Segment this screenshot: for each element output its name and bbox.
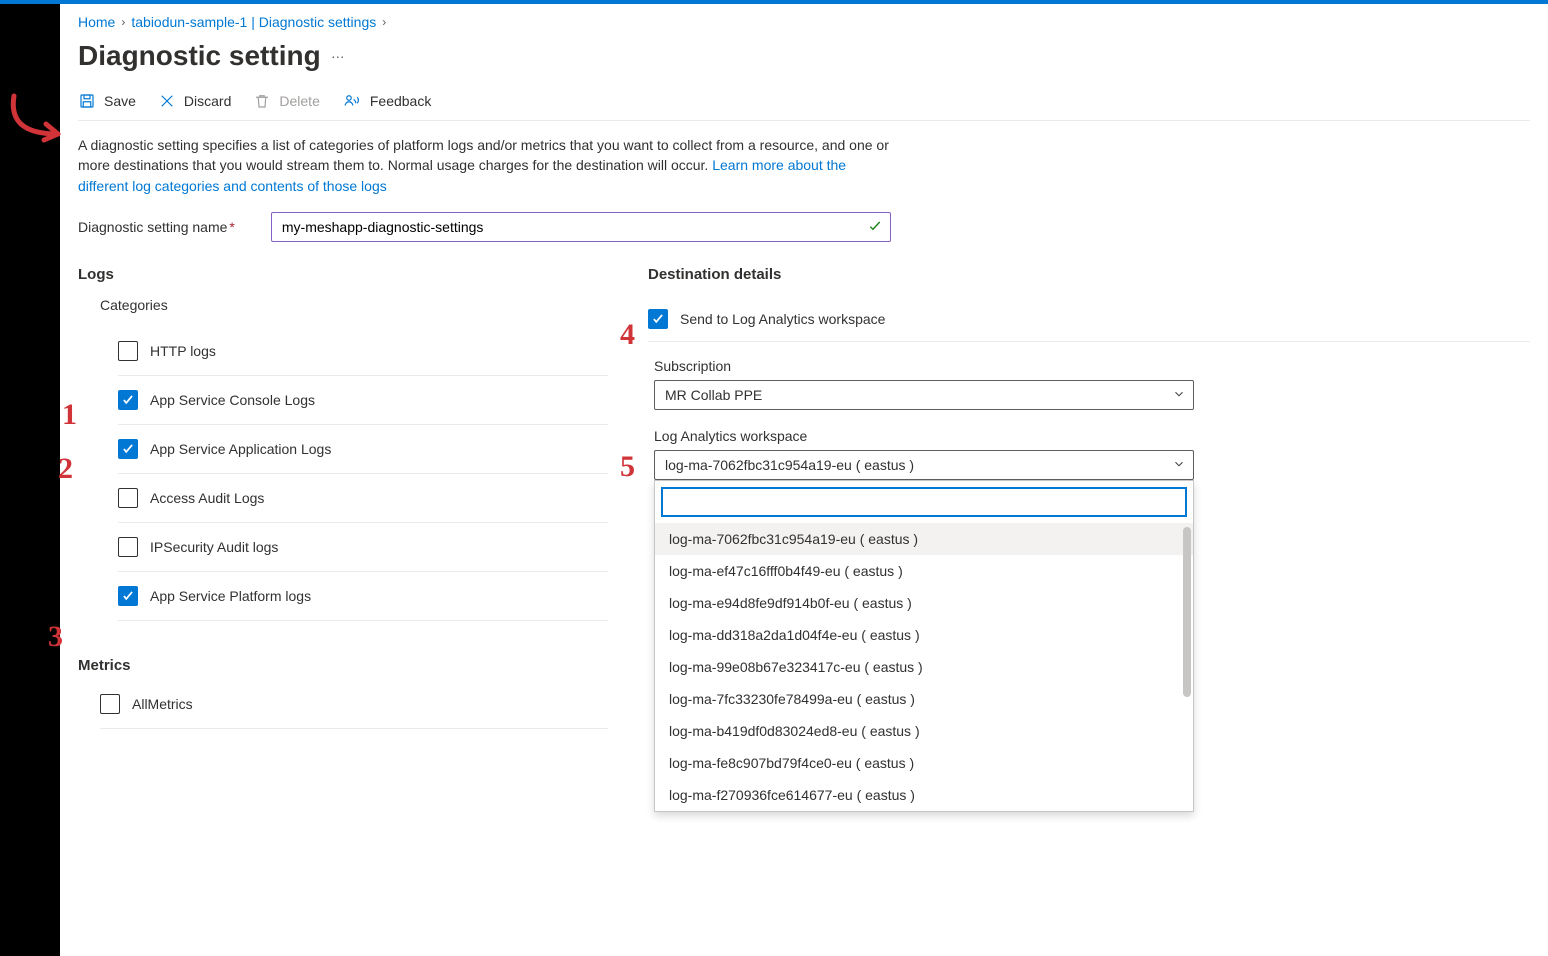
log-category-label: HTTP logs (150, 343, 216, 359)
chevron-right-icon: › (121, 15, 125, 29)
log-category-row: Access Audit Logs (118, 474, 608, 523)
workspace-search-input[interactable] (661, 487, 1187, 517)
required-asterisk: * (229, 219, 234, 235)
destination-column: Destination details Send to Log Analytic… (648, 266, 1530, 729)
close-icon (158, 92, 176, 110)
title-row: Diagnostic setting … (78, 34, 1530, 92)
page-content: Home › tabiodun-sample-1 | Diagnostic se… (60, 4, 1548, 956)
annotation-arrow (2, 90, 77, 158)
setting-name-label: Diagnostic setting name* (78, 219, 235, 235)
workspace-option[interactable]: log-ma-e94d8fe9df914b0f-eu ( eastus ) (655, 587, 1193, 619)
log-category-row: HTTP logs (118, 327, 608, 376)
send-to-law-row: Send to Log Analytics workspace (648, 297, 1530, 342)
save-button[interactable]: Save (78, 92, 136, 110)
categories-heading: Categories (78, 297, 608, 313)
log-category-label: App Service Platform logs (150, 588, 311, 604)
save-icon (78, 92, 96, 110)
workspace-label: Log Analytics workspace (654, 428, 1530, 444)
log-category-label: App Service Console Logs (150, 392, 315, 408)
workspace-option[interactable]: log-ma-b419df0d83024ed8-eu ( eastus ) (655, 715, 1193, 747)
valid-check-icon (867, 218, 883, 237)
log-category-row: App Service Console Logs (118, 376, 608, 425)
workspace-option[interactable]: log-ma-7fc33230fe78499a-eu ( eastus ) (655, 683, 1193, 715)
workspace-option[interactable]: log-ma-dd318a2da1d04f4e-eu ( eastus ) (655, 619, 1193, 651)
save-label: Save (104, 93, 136, 109)
destination-heading: Destination details (648, 266, 1530, 283)
setting-name-input[interactable] (271, 212, 891, 242)
workspace-value[interactable]: log-ma-7062fbc31c954a19-eu ( eastus ) (654, 450, 1194, 480)
workspace-option[interactable]: log-ma-99e08b67e323417c-eu ( eastus ) (655, 651, 1193, 683)
chevron-right-icon: › (382, 15, 386, 29)
workspace-option-list: log-ma-7062fbc31c954a19-eu ( eastus )log… (655, 523, 1193, 811)
breadcrumb-home[interactable]: Home (78, 14, 115, 30)
log-category-checkbox[interactable] (118, 439, 138, 459)
logs-column: Logs Categories HTTP logs App Service Con… (78, 266, 608, 729)
log-category-checkbox[interactable] (118, 390, 138, 410)
discard-button[interactable]: Discard (158, 92, 231, 110)
metric-row: AllMetrics (100, 680, 608, 729)
metrics-heading: Metrics (78, 657, 608, 674)
workspace-dropdown: log-ma-7062fbc31c954a19-eu ( eastus )log… (654, 480, 1194, 812)
delete-button: Delete (253, 92, 319, 110)
log-category-label: IPSecurity Audit logs (150, 539, 278, 555)
metric-checkbox[interactable] (100, 694, 120, 714)
metrics-block: Metrics AllMetrics (78, 657, 608, 729)
discard-label: Discard (184, 93, 231, 109)
workspace-option[interactable]: log-ma-7062fbc31c954a19-eu ( eastus ) (655, 523, 1193, 555)
log-category-row: App Service Platform logs (118, 572, 608, 621)
description-text: A diagnostic setting specifies a list of… (78, 135, 898, 196)
form-columns: Logs Categories HTTP logs App Service Con… (78, 266, 1530, 729)
log-category-row: IPSecurity Audit logs (118, 523, 608, 572)
log-category-label: Access Audit Logs (150, 490, 264, 506)
workspace-select[interactable]: log-ma-7062fbc31c954a19-eu ( eastus ) lo… (654, 450, 1194, 480)
delete-label: Delete (279, 93, 319, 109)
send-to-law-checkbox[interactable] (648, 309, 668, 329)
toolbar: Save Discard Delete Feedback (78, 92, 1530, 121)
page-title: Diagnostic setting (78, 40, 321, 72)
breadcrumb: Home › tabiodun-sample-1 | Diagnostic se… (78, 4, 1530, 34)
subscription-select[interactable]: MR Collab PPE (654, 380, 1194, 410)
annotation-5: 5 (620, 450, 635, 484)
breadcrumb-resource[interactable]: tabiodun-sample-1 | Diagnostic settings (131, 14, 376, 30)
workspace-option[interactable]: log-ma-ef47c16fff0b4f49-eu ( eastus ) (655, 555, 1193, 587)
feedback-button[interactable]: Feedback (342, 92, 431, 110)
send-to-law-label: Send to Log Analytics workspace (680, 311, 885, 327)
trash-icon (253, 92, 271, 110)
log-category-checkbox[interactable] (118, 586, 138, 606)
annotation-1: 1 (62, 398, 77, 432)
metrics-list: AllMetrics (78, 680, 608, 729)
workspace-option[interactable]: log-ma-fe8c907bd79f4ce0-eu ( eastus ) (655, 747, 1193, 779)
dropdown-scrollbar[interactable] (1183, 527, 1191, 697)
log-category-label: App Service Application Logs (150, 441, 331, 457)
subscription-value[interactable]: MR Collab PPE (654, 380, 1194, 410)
setting-name-label-text: Diagnostic setting name (78, 219, 227, 235)
feedback-label: Feedback (370, 93, 431, 109)
workspace-option[interactable]: log-ma-f270936fce614677-eu ( eastus ) (655, 779, 1193, 811)
annotation-2: 2 (58, 452, 73, 486)
log-category-row: App Service Application Logs (118, 425, 608, 474)
log-categories-list: HTTP logs App Service Console Logs App Ser… (78, 327, 608, 621)
setting-name-input-wrap (271, 212, 891, 242)
annotation-3: 3 (48, 620, 63, 654)
setting-name-row: Diagnostic setting name* (78, 212, 1530, 242)
logs-heading: Logs (78, 266, 608, 283)
subscription-label: Subscription (654, 358, 1530, 374)
feedback-icon (342, 92, 362, 110)
more-actions-icon[interactable]: … (331, 45, 347, 67)
annotation-4: 4 (620, 318, 635, 352)
log-category-checkbox[interactable] (118, 537, 138, 557)
log-category-checkbox[interactable] (118, 341, 138, 361)
metric-label: AllMetrics (132, 696, 193, 712)
destination-form: Subscription MR Collab PPE Log Analytics… (648, 358, 1530, 480)
log-category-checkbox[interactable] (118, 488, 138, 508)
